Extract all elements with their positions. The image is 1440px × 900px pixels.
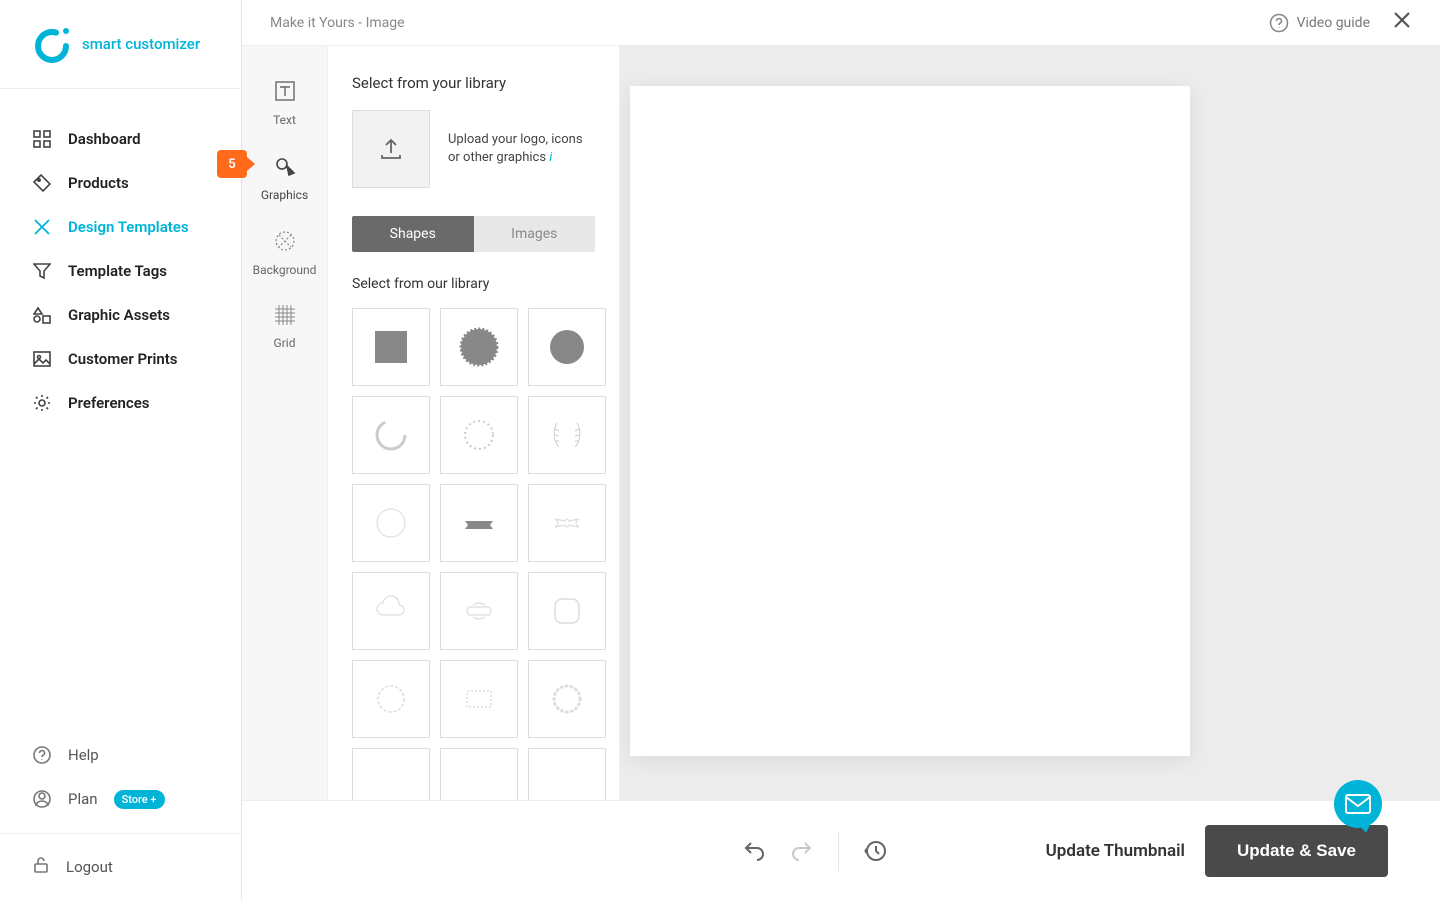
lock-icon — [32, 856, 50, 878]
shape-circle[interactable] — [528, 308, 606, 386]
plan-label: Plan — [68, 790, 98, 808]
nav-label: Preferences — [68, 394, 150, 412]
help-circle-icon — [1269, 13, 1289, 33]
nav-footer: Help Plan Store + — [0, 733, 241, 833]
video-guide-link[interactable]: Video guide — [1269, 13, 1370, 33]
tool-text[interactable]: Text — [242, 66, 327, 141]
dashboard-icon — [32, 129, 52, 149]
segment-images[interactable]: Images — [474, 216, 596, 252]
plan-link[interactable]: Plan Store + — [0, 777, 241, 821]
tool-label: Grid — [274, 336, 296, 350]
background-icon — [274, 230, 296, 257]
grid-icon — [275, 305, 295, 330]
shape-grid — [352, 308, 595, 826]
shape-rounded-square[interactable] — [528, 572, 606, 650]
mail-icon — [1345, 794, 1371, 814]
brand-logo[interactable]: smart customizer — [0, 0, 241, 89]
nav-design-templates[interactable]: Design Templates — [0, 205, 241, 249]
nav-dashboard[interactable]: Dashboard — [0, 117, 241, 161]
tool-label: Background — [253, 263, 317, 277]
shape-beaded-circle[interactable] — [528, 660, 606, 738]
nav-label: Graphic Assets — [68, 306, 170, 324]
nav-preferences[interactable]: Preferences — [0, 381, 241, 425]
graphics-icon — [274, 155, 296, 182]
nav-label: Template Tags — [68, 262, 167, 280]
nav-label: Dashboard — [68, 130, 141, 148]
shape-dotted-circle[interactable] — [440, 396, 518, 474]
upload-description: Upload your logo, icons or other graphic… — [448, 131, 595, 167]
shape-outline-circle[interactable] — [352, 484, 430, 562]
plan-badge: Store + — [114, 790, 165, 809]
canvas-wrap — [620, 46, 1440, 900]
shape-ribbon[interactable] — [440, 484, 518, 562]
redo-button[interactable] — [790, 839, 814, 863]
segment-shapes[interactable]: Shapes — [352, 216, 474, 252]
update-thumbnail-button[interactable]: Update Thumbnail — [1046, 841, 1185, 861]
shape-arc[interactable] — [352, 396, 430, 474]
image-icon — [32, 349, 52, 369]
breadcrumb: Make it Yours - Image — [270, 15, 405, 31]
help-label: Help — [68, 746, 99, 764]
shapes-icon — [32, 305, 52, 325]
nav-graphic-assets[interactable]: Graphic Assets — [0, 293, 241, 337]
nav-template-tags[interactable]: Template Tags — [0, 249, 241, 293]
shape-square[interactable] — [352, 308, 430, 386]
logout-section: Logout — [0, 833, 241, 900]
shape-bowtie[interactable] — [528, 484, 606, 562]
brand-name: smart customizer — [82, 35, 200, 53]
nav-label: Design Templates — [68, 218, 189, 236]
main-nav: Dashboard Products Design Templates Temp… — [0, 89, 241, 733]
gear-icon — [32, 393, 52, 413]
tool-label: Graphics — [261, 188, 308, 202]
chat-bubble[interactable] — [1334, 780, 1382, 828]
shape-stamp-rect[interactable] — [440, 660, 518, 738]
history-controls — [742, 831, 887, 871]
tag-icon — [32, 173, 52, 193]
library-panel: Select from your library Upload your log… — [328, 46, 620, 836]
footer-bar: Update Thumbnail Update & Save — [242, 800, 1440, 900]
nav-label: Customer Prints — [68, 350, 178, 368]
help-link[interactable]: Help — [0, 733, 241, 777]
tool-label: Text — [273, 113, 296, 127]
sidebar: smart customizer Dashboard Products Desi… — [0, 0, 242, 900]
your-library-heading: Select from your library — [352, 74, 595, 92]
help-icon — [32, 745, 52, 765]
tool-background[interactable]: Background — [242, 216, 327, 291]
undo-button[interactable] — [742, 839, 766, 863]
our-library-heading: Select from our library — [352, 276, 595, 292]
info-icon[interactable]: i — [549, 150, 552, 165]
nav-customer-prints[interactable]: Customer Prints — [0, 337, 241, 381]
shape-laurel[interactable] — [528, 396, 606, 474]
upload-button[interactable] — [352, 110, 430, 188]
funnel-icon — [32, 261, 52, 281]
shape-cloud[interactable] — [352, 572, 430, 650]
text-icon — [274, 80, 296, 107]
tool-column: 5 Text Graphics Background Grid — [242, 0, 328, 900]
topbar: Make it Yours - Image Video guide — [242, 0, 1440, 46]
user-icon — [32, 789, 52, 809]
tool-graphics[interactable]: Graphics — [242, 141, 327, 216]
close-icon[interactable] — [1392, 10, 1412, 36]
history-button[interactable] — [863, 839, 887, 863]
logo-icon — [32, 24, 72, 64]
tool-grid[interactable]: Grid — [242, 291, 327, 364]
nav-products[interactable]: Products — [0, 161, 241, 205]
logout-link[interactable]: Logout — [0, 834, 241, 900]
design-canvas[interactable] — [630, 86, 1190, 756]
nav-label: Products — [68, 174, 129, 192]
palette-icon — [32, 217, 52, 237]
shapes-images-segment: Shapes Images — [352, 216, 595, 252]
shape-plaque[interactable] — [440, 572, 518, 650]
logout-label: Logout — [66, 858, 113, 876]
main-area: Make it Yours - Image Video guide — [620, 0, 1440, 900]
shape-spiky-circle[interactable] — [352, 660, 430, 738]
shape-seal[interactable] — [440, 308, 518, 386]
